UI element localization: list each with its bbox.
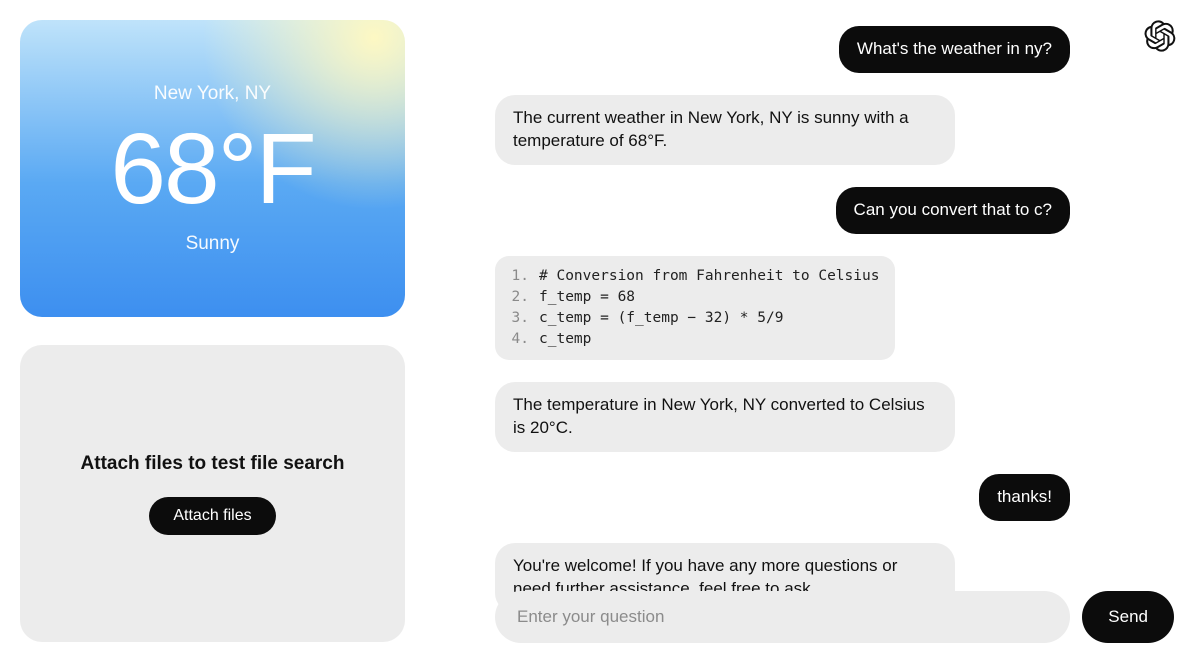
code-line-number: 4.	[507, 329, 529, 350]
left-column: New York, NY 68°F Sunny Attach files to …	[20, 20, 405, 643]
weather-location: New York, NY	[154, 83, 271, 105]
code-line: 1. # Conversion from Fahrenheit to Celsiu…	[507, 266, 879, 287]
weather-condition: Sunny	[186, 233, 240, 255]
user-message: Can you convert that to c?	[836, 187, 1070, 234]
weather-temperature: 68°F	[110, 119, 314, 219]
attach-files-button[interactable]: Attach files	[149, 497, 275, 535]
weather-card: New York, NY 68°F Sunny	[20, 20, 405, 317]
chat-panel: What's the weather in ny? The current wea…	[495, 20, 1174, 643]
code-line-text: c_temp	[539, 331, 591, 347]
code-line: 2. f_temp = 68	[507, 287, 879, 308]
code-line: 4. c_temp	[507, 329, 879, 350]
code-block: 1. # Conversion from Fahrenheit to Celsiu…	[495, 256, 895, 360]
code-line-number: 1.	[507, 266, 529, 287]
chat-input[interactable]	[495, 591, 1070, 643]
user-message: thanks!	[979, 474, 1070, 521]
code-line: 3. c_temp = (f_temp − 32) * 5/9	[507, 308, 879, 329]
app-root: New York, NY 68°F Sunny Attach files to …	[0, 0, 1200, 663]
code-line-text: f_temp = 68	[539, 289, 635, 305]
code-line-number: 2.	[507, 287, 529, 308]
openai-logo-icon	[1144, 20, 1176, 52]
attach-title: Attach files to test file search	[81, 453, 345, 475]
send-button[interactable]: Send	[1082, 591, 1174, 643]
chat-input-bar: Send	[495, 591, 1174, 643]
code-line-text: c_temp = (f_temp − 32) * 5/9	[539, 310, 783, 326]
user-message: What's the weather in ny?	[839, 26, 1070, 73]
assistant-message: The current weather in New York, NY is s…	[495, 95, 955, 165]
chat-messages: What's the weather in ny? The current wea…	[495, 20, 1174, 643]
attach-card: Attach files to test file search Attach …	[20, 345, 405, 642]
code-line-number: 3.	[507, 308, 529, 329]
assistant-message: The temperature in New York, NY converte…	[495, 382, 955, 452]
code-line-text: # Conversion from Fahrenheit to Celsius	[539, 268, 879, 284]
